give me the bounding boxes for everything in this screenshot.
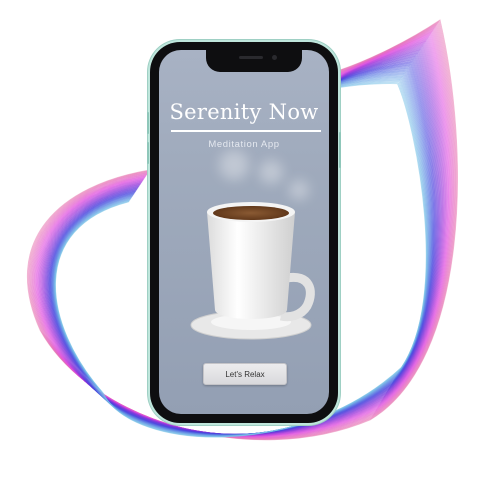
lets-relax-button[interactable]: Let's Relax (203, 363, 287, 385)
bokeh-light (219, 150, 249, 180)
app-title: Serenity Now (169, 100, 319, 124)
bokeh-light (259, 160, 283, 184)
phone-mockup: Serenity Now Meditation App Let's Relax (147, 42, 341, 423)
title-underline (171, 130, 321, 132)
phone-notch (206, 50, 302, 72)
phone-side-button-right (339, 132, 341, 168)
front-camera (272, 55, 277, 60)
phone-side-button-left-2 (147, 142, 149, 164)
phone-side-button-left (147, 112, 149, 134)
speaker-grille (239, 56, 263, 59)
app-subtitle: Meditation App (208, 139, 280, 150)
phone-screen: Serenity Now Meditation App Let's Relax (159, 50, 329, 414)
coffee-cup-icon (190, 202, 315, 340)
